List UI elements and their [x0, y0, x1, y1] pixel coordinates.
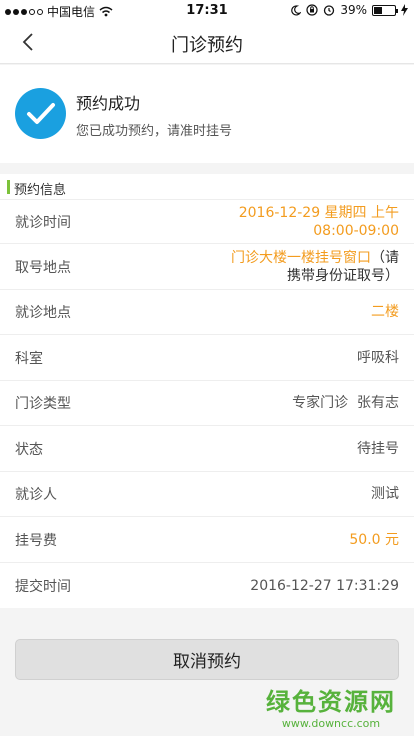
alarm-icon — [324, 5, 335, 16]
pickup-note-end: 携带身份证取号） — [287, 267, 399, 284]
row-submit-time: 提交时间 2016-12-27 17:31:29 — [0, 563, 414, 608]
row-value: 呼吸科 — [357, 349, 399, 366]
row-value: 2016-12-29 星期四 上午 08:00-09:00 — [239, 204, 399, 240]
pickup-note-start: （请 — [371, 249, 399, 266]
rotation-lock-icon — [306, 4, 318, 16]
nav-bar: 门诊预约 — [0, 20, 414, 64]
status-right: 39% — [290, 3, 408, 17]
moon-icon — [291, 4, 302, 15]
info-header-title: 预约信息 — [14, 183, 67, 198]
visit-date: 2016-12-29 星期四 上午 — [238, 204, 399, 221]
watermark: 绿色资源网 www.downcc.com — [266, 682, 396, 730]
success-check-icon — [15, 88, 66, 139]
row-label: 取号地点 — [15, 259, 71, 276]
battery-percent: 39% — [340, 3, 367, 17]
row-clinic-type: 门诊类型 专家门诊 张有志 — [0, 381, 414, 426]
row-visit-location: 就诊地点 二楼 — [0, 290, 414, 335]
row-patient: 就诊人 测试 — [0, 472, 414, 517]
pickup-place: 门诊大楼一楼挂号窗口 — [231, 249, 371, 266]
row-label: 门诊类型 — [15, 396, 71, 412]
row-value: 2016-12-27 17:31:29 — [250, 577, 399, 594]
row-label: 就诊时间 — [15, 214, 71, 231]
row-value: 测试 — [371, 486, 399, 502]
row-label: 状态 — [15, 441, 43, 458]
status-bar: 中国电信 17:31 39% — [0, 0, 414, 20]
watermark-title: 绿色资源网 — [266, 688, 396, 716]
charging-icon — [401, 4, 408, 16]
success-panel: 预约成功 您已成功预约，请准时挂号 — [0, 65, 414, 163]
battery-icon — [372, 4, 398, 16]
row-visit-time: 就诊时间 2016-12-29 星期四 上午 08:00-09:00 — [0, 200, 414, 244]
row-value: 门诊大楼一楼挂号窗口（请 携带身份证取号） — [231, 249, 399, 285]
row-label: 就诊地点 — [15, 305, 71, 321]
row-value: 专家门诊 张有志 — [292, 395, 399, 411]
row-label: 科室 — [15, 350, 43, 367]
watermark-url: www.downcc.com — [281, 717, 381, 730]
row-label: 提交时间 — [15, 578, 71, 595]
row-fee: 挂号费 50.0 元 — [0, 517, 414, 563]
row-status: 状态 待挂号 — [0, 426, 414, 472]
row-value: 二楼 — [371, 304, 399, 320]
row-label: 就诊人 — [15, 487, 57, 503]
success-title: 预约成功 — [76, 94, 141, 113]
row-pickup-location: 取号地点 门诊大楼一楼挂号窗口（请 携带身份证取号） — [0, 244, 414, 290]
cancel-appointment-button[interactable]: 取消预约 — [15, 639, 399, 680]
page-title: 门诊预约 — [171, 35, 243, 56]
info-header: 预约信息 — [0, 174, 414, 200]
appointment-info: 预约信息 就诊时间 2016-12-29 星期四 上午 08:00-09:00 … — [0, 174, 414, 608]
success-subtitle: 您已成功预约，请准时挂号 — [76, 124, 233, 139]
row-value: 待挂号 — [357, 440, 399, 457]
section-accent-bar — [7, 180, 10, 194]
row-value: 50.0 元 — [349, 531, 399, 548]
row-department: 科室 呼吸科 — [0, 335, 414, 381]
row-label: 挂号费 — [15, 532, 57, 549]
visit-slot: 08:00-09:00 — [313, 222, 399, 239]
